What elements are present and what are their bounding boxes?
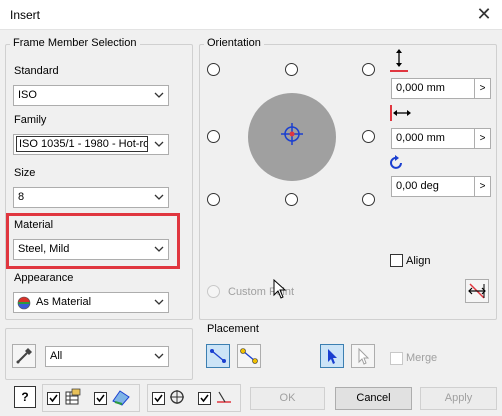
table-properties-icon (65, 388, 81, 405)
merge-label: Merge (406, 352, 438, 364)
spin-arrow-icon[interactable]: > (474, 129, 490, 148)
appearance-select[interactable]: As Material (13, 292, 169, 313)
anchor-radio-top-right[interactable] (362, 63, 375, 76)
mouse-cursor-icon (273, 279, 287, 299)
anchor-radio-bottom-left[interactable] (207, 193, 220, 206)
anchor-radio-bottom-center[interactable] (285, 193, 298, 206)
rotation-manipulator-checkbox[interactable] (152, 392, 165, 405)
merge-checkbox[interactable] (390, 352, 403, 365)
vertical-offset-input[interactable]: 0,000 mm > (391, 78, 491, 99)
anchor-radio-middle-right[interactable] (362, 130, 375, 143)
arrow-select-icon (328, 349, 337, 364)
material-sphere-icon (17, 296, 31, 310)
cancel-button[interactable]: Cancel (335, 387, 412, 410)
chevron-down-icon (154, 194, 164, 200)
appearance-label: Appearance (14, 272, 74, 284)
standard-select[interactable]: ISO (13, 85, 169, 106)
spin-arrow-icon[interactable]: > (474, 177, 490, 196)
show-preview-checkbox[interactable] (94, 392, 107, 405)
size-label: Size (14, 167, 36, 179)
chevron-down-icon (154, 141, 164, 147)
align-checkbox[interactable] (390, 254, 403, 267)
filter-select[interactable]: All (45, 346, 169, 367)
spin-arrow-icon[interactable]: > (474, 79, 490, 98)
flip-icon (468, 283, 486, 299)
chevron-down-icon (154, 299, 164, 305)
title-bar (0, 0, 502, 30)
deselect-button[interactable] (351, 344, 375, 368)
window-title: Insert (10, 8, 41, 22)
placement-curve-button[interactable] (237, 344, 261, 368)
family-select[interactable]: ISO 1035/1 - 1980 - Hot-roll (13, 134, 169, 155)
checkmark-icon (96, 394, 105, 403)
anchor-radio-middle-left[interactable] (207, 130, 220, 143)
size-select[interactable]: 8 (13, 187, 169, 208)
custom-point-radio[interactable] (207, 285, 220, 298)
anchor-radio-top-left[interactable] (207, 63, 220, 76)
chevron-down-icon (154, 92, 164, 98)
orientation-legend: Orientation (204, 37, 264, 49)
anchor-radio-bottom-right[interactable] (362, 193, 375, 206)
offset-manipulator-icon (217, 391, 231, 403)
horizontal-offset-icon (390, 105, 411, 121)
help-button[interactable]: ? (14, 386, 36, 408)
chevron-down-icon (154, 246, 164, 252)
rotate-icon (390, 155, 402, 169)
horizontal-offset-input[interactable]: 0,000 mm > (391, 128, 491, 149)
standard-label: Standard (14, 65, 59, 77)
profile-preview[interactable] (247, 92, 337, 182)
placement-legend: Placement (204, 323, 262, 335)
checkmark-icon (200, 394, 209, 403)
apply-button[interactable]: Apply (420, 387, 497, 410)
close-icon[interactable]: ✕ (472, 4, 496, 24)
material-select[interactable]: Steel, Mild (13, 239, 169, 260)
material-label: Material (14, 219, 54, 231)
vertical-offset-icon (390, 49, 408, 72)
family-label: Family (14, 114, 47, 126)
anchor-radio-top-center[interactable] (285, 63, 298, 76)
checkmark-icon (154, 394, 163, 403)
line-two-points-icon (210, 349, 226, 363)
arrow-deselect-icon (358, 347, 370, 365)
pick-button[interactable] (12, 344, 36, 368)
offset-manipulator-checkbox[interactable] (198, 392, 211, 405)
ok-button[interactable]: OK (250, 387, 325, 410)
frame-member-selection-legend: Frame Member Selection (10, 37, 140, 49)
flip-button[interactable] (465, 279, 489, 303)
line-edge-icon (240, 348, 258, 364)
rotation-input[interactable]: 0,00 deg > (391, 176, 491, 197)
align-label: Align (406, 255, 431, 267)
chevron-down-icon (154, 353, 164, 359)
frame-preview-icon (112, 390, 130, 406)
show-table-checkbox[interactable] (47, 392, 60, 405)
rotation-manipulator-icon (170, 390, 184, 404)
select-button[interactable] (320, 344, 344, 368)
checkmark-icon (49, 394, 58, 403)
placement-two-points-button[interactable] (206, 344, 230, 368)
eyedropper-icon (16, 348, 32, 364)
